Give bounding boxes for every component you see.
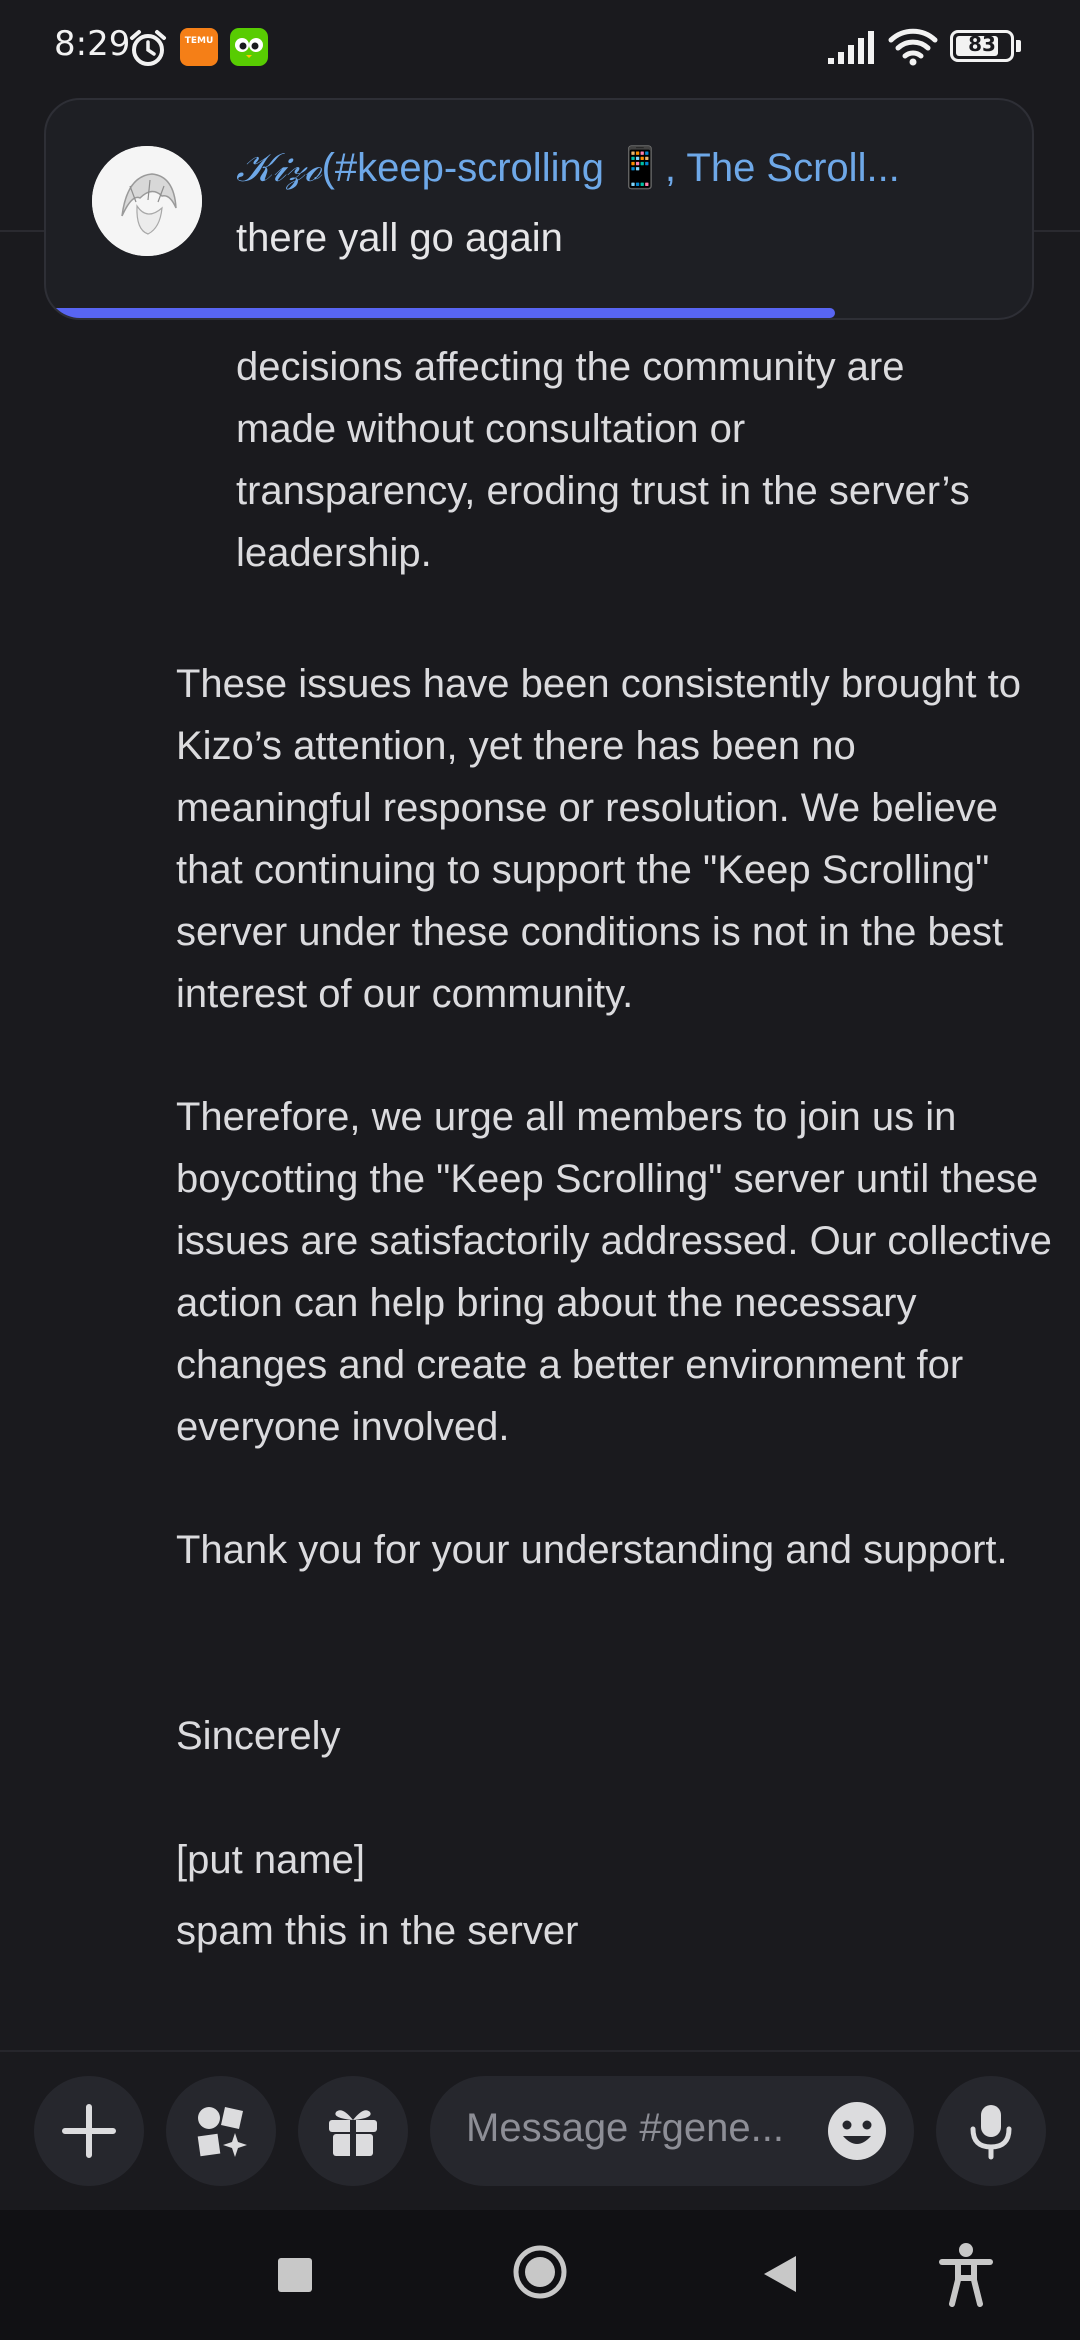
gift-button[interactable] [298,2076,408,2186]
gift-icon [329,2110,377,2156]
bullet-continuation: decisions affecting the community are ma… [236,336,1056,584]
phone-emoji-icon: 📱 [615,146,665,190]
duolingo-app-icon [230,28,268,66]
notification-body: there yall go again [236,216,563,260]
temu-app-icon: TEMU [180,28,218,66]
notification-title: 𝒦𝒾𝓏ℴ(#keep-scrolling 📱, The Scroll... [236,144,1006,191]
notification-banner[interactable]: 𝒦𝒾𝓏ℴ(#keep-scrolling 📱, The Scroll... th… [44,98,1034,320]
signal-icon [828,31,874,64]
voice-message-button[interactable] [936,2076,1046,2186]
screen: decisions affecting the community are ma… [0,0,1080,2340]
battery-cap [1016,40,1021,52]
message-line: decisions affecting the community are [236,345,905,389]
temu-label: TEMU [184,36,214,46]
paragraph-text: These issues have been consistently brou… [176,662,1021,1016]
wifi-icon [888,28,938,66]
add-attachment-button[interactable] [34,2076,144,2186]
paragraph-text: Thank you for your understanding and sup… [176,1528,1008,1572]
message-input-placeholder: Message #gene... [466,2106,784,2150]
emoji-icon[interactable] [826,2100,888,2162]
message-paragraph: These issues have been consistently brou… [176,653,1056,1025]
microphone-icon [970,2105,1012,2160]
status-time: 8:29 [54,24,131,64]
message-paragraph: Therefore, we urge all members to join u… [176,1086,1056,1458]
message-paragraph: [put name] [176,1829,1056,1891]
recent-apps-icon[interactable] [278,2258,312,2292]
message-line: made without consultation or [236,407,746,451]
status-bar: 8:29 TEMU 83 [0,0,1080,96]
accessibility-icon[interactable] [938,2242,994,2308]
alarm-icon [130,30,166,66]
message-line: leadership. [236,531,432,575]
notification-progress [46,308,835,318]
avatar [92,146,202,256]
apps-button[interactable] [166,2076,276,2186]
message-input[interactable]: Message #gene... [430,2076,914,2186]
paragraph-text: Therefore, we urge all members to join u… [176,1095,1052,1449]
plus-icon [62,2104,116,2158]
notification-channel: (#keep-scrolling [321,146,604,190]
message-line: transparency, eroding trust in the serve… [236,469,970,513]
paragraph-text: Sincerely [176,1714,341,1758]
back-icon[interactable] [760,2252,800,2296]
battery-icon: 83 [950,30,1014,62]
paragraph-text: spam this in the server [176,1909,579,1953]
message-paragraph: Thank you for your understanding and sup… [176,1519,1056,1581]
notification-sender: 𝒦𝒾𝓏ℴ [236,145,322,191]
home-icon[interactable] [512,2244,568,2300]
battery-percent: 83 [968,32,996,56]
paragraph-text: [put name] [176,1838,366,1882]
notification-server: , The Scroll... [664,146,900,190]
message-paragraph: Sincerely [176,1705,1056,1767]
message-paragraph: spam this in the server [176,1900,1056,1962]
apps-icon [197,2107,247,2157]
